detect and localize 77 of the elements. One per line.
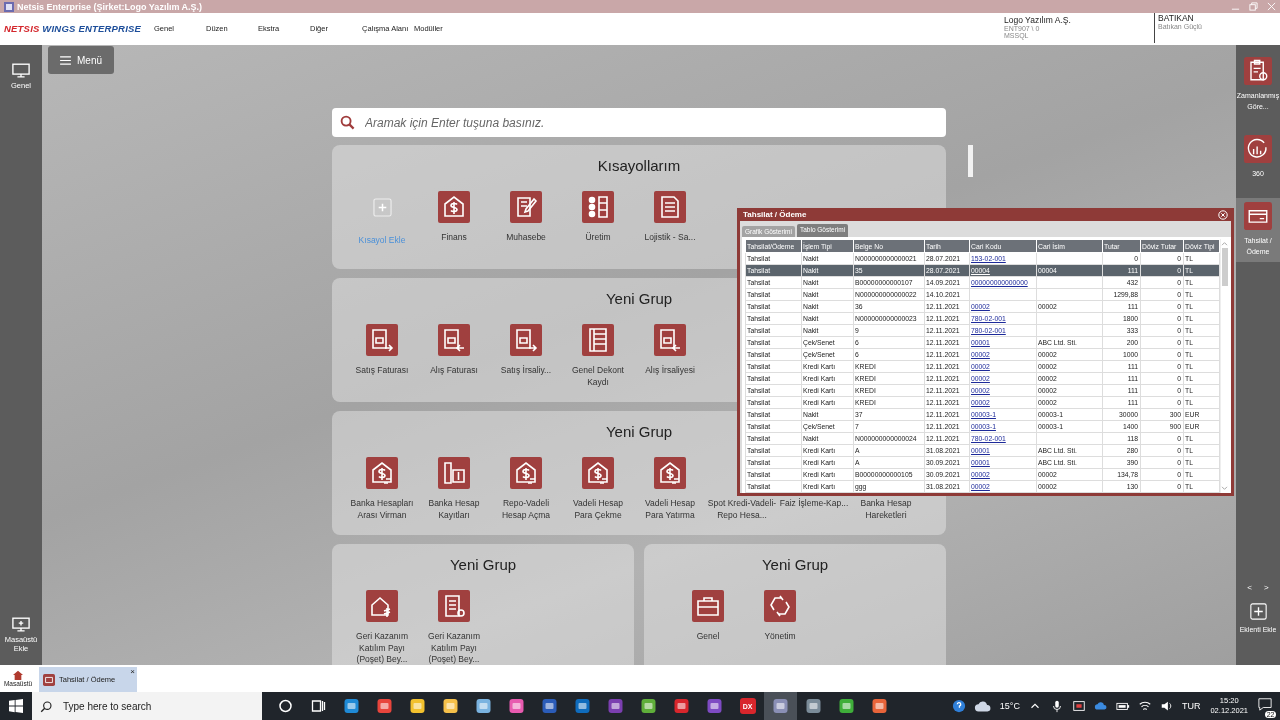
shortcut-label[interactable]: Faiz İşleme-Kap...: [779, 498, 849, 510]
group-title: Yeni Grup: [449, 556, 517, 574]
close-icon[interactable]: [1218, 209, 1228, 220]
taskbar-search-field[interactable]: Type here to search: [61, 699, 262, 713]
folder-dollar-icon[interactable]: [438, 457, 470, 489]
previous-button[interactable]: <: [1247, 583, 1252, 592]
device-icon[interactable]: [1071, 699, 1086, 713]
shortcut-label[interactable]: Genel: [673, 631, 743, 643]
shortcut-label[interactable]: Alış İrsaliyesi: [635, 365, 705, 377]
checklist-icon[interactable]: [582, 191, 614, 223]
shortcut-label[interactable]: Geri Kazanım Katılım Payı (Poşet) Bey...: [419, 631, 489, 665]
document-list-icon[interactable]: [438, 590, 470, 622]
dollar-house-icon[interactable]: [654, 457, 686, 489]
shortcut-label[interactable]: Spot Kredi-Vadeli-Repo Hesa...: [707, 498, 777, 521]
shortcut-label[interactable]: Banka Hesap Kayıtları: [419, 498, 489, 521]
speaker-icon[interactable]: [1159, 699, 1174, 713]
search-icon: [340, 115, 355, 130]
weather-temperature[interactable]: 15°C: [999, 701, 1020, 711]
company-name: Logo Yazılım A.Ş.: [1004, 15, 1072, 25]
monitor-icon: [12, 63, 30, 78]
shortcut-label[interactable]: Banka Hesapları Arası Virman: [347, 498, 417, 521]
app-icon: [4, 1, 14, 12]
menu-button[interactable]: Menü: [48, 46, 114, 74]
search-icon: [40, 699, 53, 713]
dialog-title: Tahsilat / Ödeme: [743, 210, 807, 219]
search-bar[interactable]: Aramak için Enter tuşuna basınız.: [332, 108, 946, 137]
document-pen-icon[interactable]: [510, 191, 542, 223]
close-tab-button[interactable]: ×: [130, 667, 135, 676]
toolbox-icon[interactable]: [692, 590, 724, 622]
shortcut-label[interactable]: Satış Faturası: [347, 365, 417, 377]
shortcut-label[interactable]: Yönetim: [745, 631, 815, 643]
shortcut-label[interactable]: Lojistik - Sa...: [635, 232, 705, 244]
group-title: Yeni Grup: [761, 556, 829, 574]
shortcut-label[interactable]: Vadeli Hesap Para Yatırma: [635, 498, 705, 521]
monitor-plus-icon: [12, 617, 30, 632]
cloud-sync-icon[interactable]: [1093, 699, 1108, 713]
dollar-house-icon[interactable]: [510, 457, 542, 489]
windows-icon[interactable]: [9, 699, 23, 713]
scrollbar-thumb[interactable]: [968, 145, 973, 177]
card-icon: [43, 673, 55, 686]
dollar-house-icon[interactable]: [366, 457, 398, 489]
shortcut-label[interactable]: Repo-Vadeli Hesap Açma: [491, 498, 561, 521]
shortcut-label[interactable]: Genel Dekont Kaydı: [563, 365, 633, 388]
app-icon[interactable]: [764, 692, 797, 720]
search-field[interactable]: Aramak için Enter tuşuna basınız.: [363, 114, 946, 131]
shortcut-label[interactable]: Geri Kazanım Katılım Payı (Poşet) Bey...: [347, 631, 417, 665]
group-title: Yeni Grup: [605, 290, 673, 308]
spreadsheet-icon[interactable]: [654, 191, 686, 223]
group-title: Yeni Grup: [605, 423, 673, 441]
user-code: BATIKAN: [1158, 13, 1195, 23]
taskbar-search-bar[interactable]: Type here to search: [32, 692, 262, 720]
shortcut-label[interactable]: Finans: [419, 232, 489, 244]
recycle-icon[interactable]: [764, 590, 796, 622]
help-icon[interactable]: [951, 699, 966, 713]
group-title: Kısayollarım: [597, 157, 681, 175]
wifi-icon[interactable]: [1137, 699, 1152, 713]
shortcut-label[interactable]: Vadeli Hesap Para Çekme: [563, 498, 633, 521]
shortcut-label[interactable]: Üretim: [563, 232, 633, 244]
shortcut-label[interactable]: Satış İrsaliy...: [491, 365, 561, 377]
next-button[interactable]: >: [1264, 583, 1269, 592]
shortcut-label[interactable]: Banka Hesap Hareketleri: [851, 498, 921, 521]
plus-icon: [1249, 603, 1267, 620]
home-icon: [12, 670, 24, 680]
shortcut-label[interactable]: Alış Faturası: [419, 365, 489, 377]
logo: NETSIS WINGS ENTERPRISE: [4, 23, 143, 34]
ledger-icon[interactable]: [582, 324, 614, 356]
house-lira-icon[interactable]: [366, 590, 398, 622]
dollar-house-icon[interactable]: [582, 457, 614, 489]
clipboard-clock-icon: [1244, 56, 1272, 86]
shortcut-label[interactable]: Muhasebe: [491, 232, 561, 244]
notification-icon[interactable]: [1258, 697, 1272, 711]
language-indicator[interactable]: TUR: [1181, 701, 1201, 711]
cloud-icon[interactable]: [973, 699, 992, 713]
card-icon: [1244, 201, 1272, 231]
menu-icon: [60, 55, 71, 65]
dollar-house-icon[interactable]: [438, 191, 470, 223]
window-title: Netsis Enterprise (Şirket:Logo Yazılım A.Ş.): [17, 1, 203, 12]
